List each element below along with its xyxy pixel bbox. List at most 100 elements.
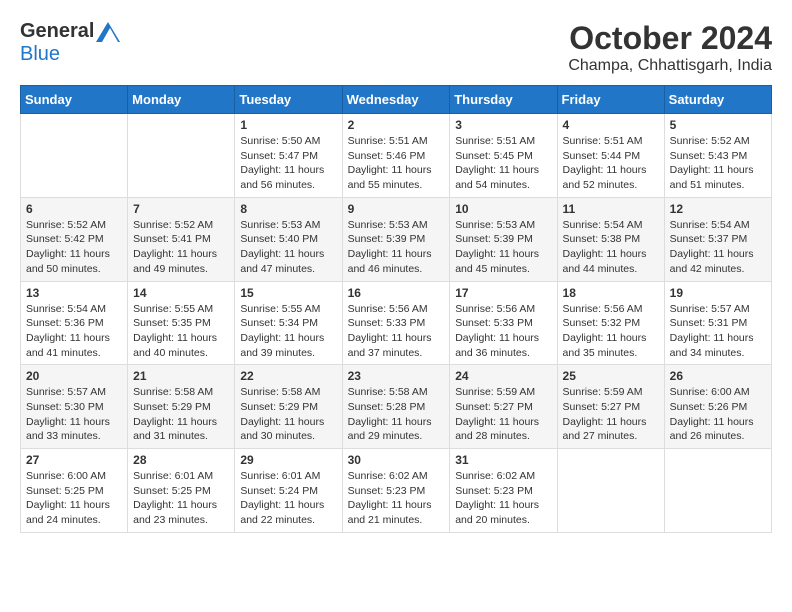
- day-number: 22: [240, 369, 336, 383]
- calendar-cell: 29Sunrise: 6:01 AM Sunset: 5:24 PM Dayli…: [235, 449, 342, 533]
- day-number: 13: [26, 286, 122, 300]
- cell-content: Sunrise: 6:01 AM Sunset: 5:24 PM Dayligh…: [240, 469, 336, 528]
- calendar-header-row: SundayMondayTuesdayWednesdayThursdayFrid…: [21, 86, 772, 114]
- calendar-cell: 21 Sunrise: 5:58 AM Sunset: 5:29 PM Dayli…: [128, 365, 235, 449]
- calendar-table: SundayMondayTuesdayWednesdayThursdayFrid…: [20, 85, 772, 533]
- cell-content: Sunrise: 5:51 AM Sunset: 5:45 PM Dayligh…: [455, 134, 551, 193]
- calendar-cell: 19 Sunrise: 5:57 AM Sunset: 5:31 PM Dayli…: [664, 281, 771, 365]
- calendar-cell: 2 Sunrise: 5:51 AM Sunset: 5:46 PM Daylig…: [342, 114, 450, 198]
- day-number: 5: [670, 118, 766, 132]
- day-number: 11: [563, 202, 659, 216]
- calendar-cell: 26 Sunrise: 6:00 AM Sunset: 5:26 PM Dayli…: [664, 365, 771, 449]
- calendar-cell: 4 Sunrise: 5:51 AM Sunset: 5:44 PM Daylig…: [557, 114, 664, 198]
- day-number: 6: [26, 202, 122, 216]
- calendar-cell: [557, 449, 664, 533]
- day-number: 14: [133, 286, 229, 300]
- cell-content: Sunrise: 5:58 AM Sunset: 5:29 PM Dayligh…: [240, 385, 336, 444]
- logo-icon: [96, 22, 120, 42]
- calendar-cell: 9 Sunrise: 5:53 AM Sunset: 5:39 PM Daylig…: [342, 197, 450, 281]
- cell-content: Sunrise: 5:51 AM Sunset: 5:46 PM Dayligh…: [348, 134, 445, 193]
- cell-content: Sunrise: 5:52 AM Sunset: 5:43 PM Dayligh…: [670, 134, 766, 193]
- cell-content: Sunrise: 5:56 AM Sunset: 5:32 PM Dayligh…: [563, 302, 659, 361]
- cell-content: Sunrise: 6:02 AM Sunset: 5:23 PM Dayligh…: [455, 469, 551, 528]
- day-number: 9: [348, 202, 445, 216]
- calendar-cell: 1 Sunrise: 5:50 AM Sunset: 5:47 PM Daylig…: [235, 114, 342, 198]
- calendar-cell: 7 Sunrise: 5:52 AM Sunset: 5:41 PM Daylig…: [128, 197, 235, 281]
- day-of-week-header: Thursday: [450, 86, 557, 114]
- logo: General Blue: [20, 20, 120, 66]
- cell-content: Sunrise: 5:53 AM Sunset: 5:39 PM Dayligh…: [348, 218, 445, 277]
- day-number: 8: [240, 202, 336, 216]
- calendar-cell: 24Sunrise: 5:59 AM Sunset: 5:27 PM Dayli…: [450, 365, 557, 449]
- day-number: 19: [670, 286, 766, 300]
- calendar-cell: 10Sunrise: 5:53 AM Sunset: 5:39 PM Dayli…: [450, 197, 557, 281]
- cell-content: Sunrise: 5:59 AM Sunset: 5:27 PM Dayligh…: [563, 385, 659, 444]
- calendar-cell: 13 Sunrise: 5:54 AM Sunset: 5:36 PM Dayli…: [21, 281, 128, 365]
- day-number: 31: [455, 453, 551, 467]
- cell-content: Sunrise: 5:54 AM Sunset: 5:38 PM Dayligh…: [563, 218, 659, 277]
- calendar-cell: [128, 114, 235, 198]
- cell-content: Sunrise: 6:00 AM Sunset: 5:26 PM Dayligh…: [670, 385, 766, 444]
- title-block: October 2024 Champa, Chhattisgarh, India: [568, 20, 772, 75]
- day-number: 2: [348, 118, 445, 132]
- day-of-week-header: Sunday: [21, 86, 128, 114]
- calendar-cell: [21, 114, 128, 198]
- day-number: 30: [348, 453, 445, 467]
- day-number: 12: [670, 202, 766, 216]
- calendar-cell: 18 Sunrise: 5:56 AM Sunset: 5:32 PM Dayli…: [557, 281, 664, 365]
- calendar-cell: 15 Sunrise: 5:55 AM Sunset: 5:34 PM Dayli…: [235, 281, 342, 365]
- cell-content: Sunrise: 6:02 AM Sunset: 5:23 PM Dayligh…: [348, 469, 445, 528]
- cell-content: Sunrise: 5:58 AM Sunset: 5:28 PM Dayligh…: [348, 385, 445, 444]
- day-number: 18: [563, 286, 659, 300]
- day-number: 27: [26, 453, 122, 467]
- calendar-cell: 22 Sunrise: 5:58 AM Sunset: 5:29 PM Dayli…: [235, 365, 342, 449]
- day-of-week-header: Friday: [557, 86, 664, 114]
- day-number: 16: [348, 286, 445, 300]
- page-header: General Blue October 2024 Champa, Chhatt…: [20, 20, 772, 75]
- calendar-cell: 27 Sunrise: 6:00 AM Sunset: 5:25 PM Dayli…: [21, 449, 128, 533]
- cell-content: Sunrise: 5:52 AM Sunset: 5:41 PM Dayligh…: [133, 218, 229, 277]
- cell-content: Sunrise: 6:00 AM Sunset: 5:25 PM Dayligh…: [26, 469, 122, 528]
- cell-content: Sunrise: 5:55 AM Sunset: 5:34 PM Dayligh…: [240, 302, 336, 361]
- day-number: 26: [670, 369, 766, 383]
- day-number: 24: [455, 369, 551, 383]
- calendar-cell: 16Sunrise: 5:56 AM Sunset: 5:33 PM Dayli…: [342, 281, 450, 365]
- calendar-cell: [664, 449, 771, 533]
- day-number: 23: [348, 369, 445, 383]
- day-number: 7: [133, 202, 229, 216]
- day-number: 3: [455, 118, 551, 132]
- day-number: 1: [240, 118, 336, 132]
- calendar-cell: 20Sunrise: 5:57 AM Sunset: 5:30 PM Dayli…: [21, 365, 128, 449]
- calendar-week-row: 1 Sunrise: 5:50 AM Sunset: 5:47 PM Daylig…: [21, 114, 772, 198]
- day-number: 15: [240, 286, 336, 300]
- cell-content: Sunrise: 5:55 AM Sunset: 5:35 PM Dayligh…: [133, 302, 229, 361]
- calendar-week-row: 13 Sunrise: 5:54 AM Sunset: 5:36 PM Dayli…: [21, 281, 772, 365]
- calendar-cell: 6 Sunrise: 5:52 AM Sunset: 5:42 PM Daylig…: [21, 197, 128, 281]
- calendar-cell: 28Sunrise: 6:01 AM Sunset: 5:25 PM Dayli…: [128, 449, 235, 533]
- day-number: 21: [133, 369, 229, 383]
- day-number: 4: [563, 118, 659, 132]
- cell-content: Sunrise: 5:52 AM Sunset: 5:42 PM Dayligh…: [26, 218, 122, 277]
- cell-content: Sunrise: 5:51 AM Sunset: 5:44 PM Dayligh…: [563, 134, 659, 193]
- cell-content: Sunrise: 5:56 AM Sunset: 5:33 PM Dayligh…: [455, 302, 551, 361]
- cell-content: Sunrise: 5:50 AM Sunset: 5:47 PM Dayligh…: [240, 134, 336, 193]
- location: Champa, Chhattisgarh, India: [568, 57, 772, 75]
- calendar-cell: 30 Sunrise: 6:02 AM Sunset: 5:23 PM Dayli…: [342, 449, 450, 533]
- cell-content: Sunrise: 5:53 AM Sunset: 5:40 PM Dayligh…: [240, 218, 336, 277]
- cell-content: Sunrise: 6:01 AM Sunset: 5:25 PM Dayligh…: [133, 469, 229, 528]
- day-number: 10: [455, 202, 551, 216]
- cell-content: Sunrise: 5:54 AM Sunset: 5:37 PM Dayligh…: [670, 218, 766, 277]
- day-of-week-header: Tuesday: [235, 86, 342, 114]
- calendar-cell: 14 Sunrise: 5:55 AM Sunset: 5:35 PM Dayli…: [128, 281, 235, 365]
- cell-content: Sunrise: 5:57 AM Sunset: 5:31 PM Dayligh…: [670, 302, 766, 361]
- cell-content: Sunrise: 5:58 AM Sunset: 5:29 PM Dayligh…: [133, 385, 229, 444]
- calendar-cell: 5 Sunrise: 5:52 AM Sunset: 5:43 PM Daylig…: [664, 114, 771, 198]
- day-number: 17: [455, 286, 551, 300]
- day-number: 20: [26, 369, 122, 383]
- cell-content: Sunrise: 5:54 AM Sunset: 5:36 PM Dayligh…: [26, 302, 122, 361]
- calendar-cell: 17 Sunrise: 5:56 AM Sunset: 5:33 PM Dayli…: [450, 281, 557, 365]
- day-of-week-header: Wednesday: [342, 86, 450, 114]
- calendar-cell: 25Sunrise: 5:59 AM Sunset: 5:27 PM Dayli…: [557, 365, 664, 449]
- month-title: October 2024: [568, 20, 772, 57]
- calendar-cell: 31 Sunrise: 6:02 AM Sunset: 5:23 PM Dayli…: [450, 449, 557, 533]
